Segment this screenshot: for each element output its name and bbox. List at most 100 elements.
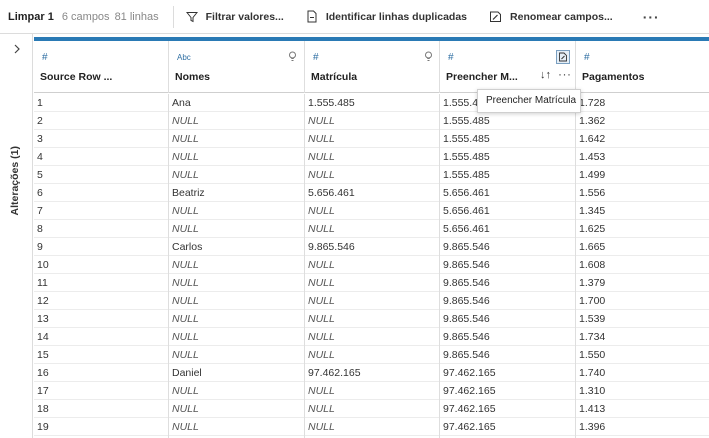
pagamento-cell[interactable]: 1.550 [576, 346, 709, 364]
number-type-icon[interactable]: # [584, 52, 590, 63]
preencher-matricula-cell[interactable]: 97.462.165 [440, 400, 576, 418]
matricula-cell[interactable]: 5.656.461 [305, 184, 440, 202]
pagamento-cell[interactable]: 1.396 [576, 418, 709, 436]
pagamento-cell[interactable]: 1.625 [576, 220, 709, 238]
identify-duplicates-button[interactable]: Identificar linhas duplicadas [306, 10, 467, 23]
nome-cell[interactable]: NULL [169, 166, 305, 184]
source-row-cell[interactable]: 6 [34, 184, 169, 202]
source-row-cell[interactable]: 9 [34, 238, 169, 256]
header-source-row[interactable]: # Source Row ... [34, 41, 169, 93]
matricula-cell[interactable]: NULL [305, 166, 440, 184]
nome-cell[interactable]: Carlos [169, 238, 305, 256]
preencher-matricula-cell[interactable]: 1.555.485 [440, 166, 576, 184]
nome-cell[interactable]: NULL [169, 382, 305, 400]
nome-cell[interactable]: NULL [169, 328, 305, 346]
pagamento-cell[interactable]: 1.556 [576, 184, 709, 202]
matricula-cell[interactable]: NULL [305, 346, 440, 364]
preencher-matricula-cell[interactable]: 1.555.485 [440, 148, 576, 166]
nome-cell[interactable]: Beatriz [169, 184, 305, 202]
preencher-matricula-cell[interactable]: 9.865.546 [440, 256, 576, 274]
pagamento-cell[interactable]: 1.499 [576, 166, 709, 184]
matricula-cell[interactable]: NULL [305, 148, 440, 166]
pagamento-cell[interactable]: 1.728 [576, 94, 709, 112]
header-nomes[interactable]: Abc Nomes [169, 41, 305, 93]
number-type-icon[interactable]: # [42, 52, 48, 63]
source-row-cell[interactable]: 17 [34, 382, 169, 400]
preencher-matricula-cell[interactable]: 97.462.165 [440, 418, 576, 436]
source-row-cell[interactable]: 4 [34, 148, 169, 166]
nome-cell[interactable]: NULL [169, 256, 305, 274]
source-row-cell[interactable]: 5 [34, 166, 169, 184]
source-row-cell[interactable]: 10 [34, 256, 169, 274]
source-row-cell[interactable]: 18 [34, 400, 169, 418]
pagamento-cell[interactable]: 1.700 [576, 292, 709, 310]
nome-cell[interactable]: NULL [169, 274, 305, 292]
nome-cell[interactable]: Ana [169, 94, 305, 112]
source-row-cell[interactable]: 12 [34, 292, 169, 310]
pagamento-cell[interactable]: 1.608 [576, 256, 709, 274]
preencher-matricula-cell[interactable]: 9.865.546 [440, 310, 576, 328]
pagamento-cell[interactable]: 1.665 [576, 238, 709, 256]
number-type-icon[interactable]: # [313, 52, 319, 63]
source-row-cell[interactable]: 7 [34, 202, 169, 220]
matricula-cell[interactable]: 1.555.485 [305, 94, 440, 112]
pagamento-cell[interactable]: 1.413 [576, 400, 709, 418]
matricula-cell[interactable]: NULL [305, 418, 440, 436]
matricula-cell[interactable]: NULL [305, 400, 440, 418]
nome-cell[interactable]: NULL [169, 130, 305, 148]
source-row-cell[interactable]: 19 [34, 418, 169, 436]
matricula-cell[interactable]: NULL [305, 112, 440, 130]
pagamento-cell[interactable]: 1.379 [576, 274, 709, 292]
source-row-cell[interactable]: 14 [34, 328, 169, 346]
matricula-cell[interactable]: NULL [305, 130, 440, 148]
lightbulb-icon[interactable] [424, 51, 433, 62]
matricula-cell[interactable]: NULL [305, 310, 440, 328]
matricula-cell[interactable]: NULL [305, 202, 440, 220]
rename-fields-button[interactable]: Renomear campos... [489, 10, 613, 23]
matricula-cell[interactable]: 97.462.165 [305, 364, 440, 382]
header-matricula[interactable]: # Matrícula [305, 41, 440, 93]
nome-cell[interactable]: NULL [169, 310, 305, 328]
matricula-cell[interactable]: NULL [305, 274, 440, 292]
preencher-matricula-cell[interactable]: 9.865.546 [440, 292, 576, 310]
matricula-cell[interactable]: NULL [305, 220, 440, 238]
number-type-icon[interactable]: # [448, 52, 454, 63]
preencher-matricula-cell[interactable]: 97.462.165 [440, 364, 576, 382]
pagamento-cell[interactable]: 1.345 [576, 202, 709, 220]
preencher-matricula-cell[interactable]: 9.865.546 [440, 274, 576, 292]
more-options-icon[interactable]: ··· [643, 9, 660, 25]
preencher-matricula-cell[interactable]: 9.865.546 [440, 238, 576, 256]
preencher-matricula-cell[interactable]: 9.865.546 [440, 346, 576, 364]
filter-values-button[interactable]: Filtrar valores... [185, 11, 284, 23]
matricula-cell[interactable]: NULL [305, 256, 440, 274]
pagamento-cell[interactable]: 1.734 [576, 328, 709, 346]
nome-cell[interactable]: NULL [169, 148, 305, 166]
nome-cell[interactable]: NULL [169, 220, 305, 238]
pagamento-cell[interactable]: 1.362 [576, 112, 709, 130]
matricula-cell[interactable]: 9.865.546 [305, 238, 440, 256]
nome-cell[interactable]: NULL [169, 346, 305, 364]
source-row-cell[interactable]: 3 [34, 130, 169, 148]
source-row-cell[interactable]: 2 [34, 112, 169, 130]
pagamento-cell[interactable]: 1.310 [576, 382, 709, 400]
nome-cell[interactable]: NULL [169, 112, 305, 130]
matricula-cell[interactable]: NULL [305, 328, 440, 346]
source-row-cell[interactable]: 13 [34, 310, 169, 328]
preencher-matricula-cell[interactable]: 97.462.165 [440, 382, 576, 400]
chevron-right-icon[interactable] [11, 43, 23, 55]
nome-cell[interactable]: NULL [169, 418, 305, 436]
preencher-matricula-cell[interactable]: 5.656.461 [440, 220, 576, 238]
nome-cell[interactable]: NULL [169, 202, 305, 220]
source-row-cell[interactable]: 1 [34, 94, 169, 112]
string-type-icon[interactable]: Abc [177, 53, 191, 62]
preencher-matricula-cell[interactable]: 1.555.485 [440, 130, 576, 148]
nome-cell[interactable]: NULL [169, 400, 305, 418]
nome-cell[interactable]: Daniel [169, 364, 305, 382]
pagamento-cell[interactable]: 1.453 [576, 148, 709, 166]
pagamento-cell[interactable]: 1.642 [576, 130, 709, 148]
lightbulb-icon[interactable] [288, 51, 297, 62]
source-row-cell[interactable]: 15 [34, 346, 169, 364]
matricula-cell[interactable]: NULL [305, 292, 440, 310]
pagamento-cell[interactable]: 1.740 [576, 364, 709, 382]
source-row-cell[interactable]: 8 [34, 220, 169, 238]
